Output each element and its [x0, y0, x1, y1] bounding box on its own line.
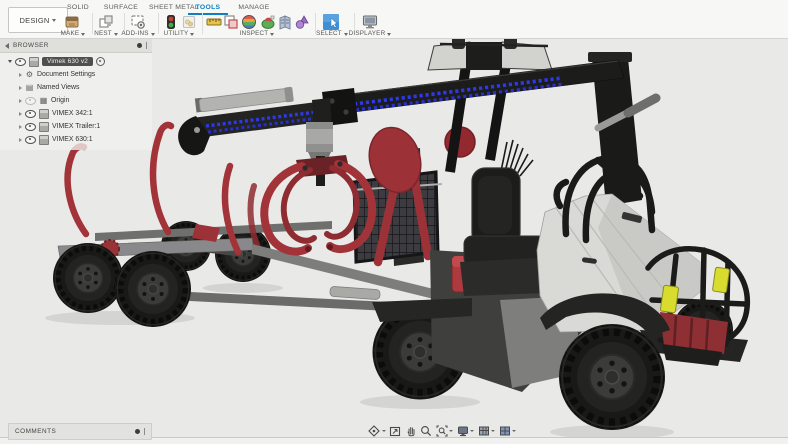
dropdown-caret-icon — [270, 33, 274, 36]
dropdown-caret-icon — [491, 430, 495, 432]
trailer-wheel-near-2[interactable] — [115, 251, 191, 327]
look-at-icon[interactable] — [389, 425, 401, 437]
group-utility[interactable]: UTILITY — [158, 30, 200, 38]
root-component-name[interactable]: Vimek 630 v2 — [42, 57, 93, 66]
visibility-eye-icon[interactable] — [25, 136, 36, 144]
add-ins-icon[interactable] — [130, 14, 146, 30]
utility-traffic-light-icon[interactable] — [163, 14, 179, 30]
orbit-icon[interactable] — [368, 425, 386, 437]
component-icon — [39, 122, 49, 132]
tree-item-vimex-trailer[interactable]: VIMEX Trailer:1 — [0, 120, 152, 133]
expand-caret-icon[interactable] — [19, 125, 22, 129]
expand-caret-icon[interactable] — [19, 99, 22, 103]
view-navigation-bar — [368, 423, 516, 439]
group-inspect[interactable]: INSPECT — [228, 30, 286, 38]
comments-grip-icon — [144, 428, 146, 435]
visibility-eye-icon[interactable] — [25, 110, 36, 118]
steering-cylinder[interactable] — [330, 286, 381, 299]
crane-base-section[interactable] — [352, 34, 552, 266]
comments-panel[interactable]: COMMENTS — [8, 423, 152, 440]
measure-icon[interactable] — [206, 14, 222, 30]
component-icon — [29, 57, 39, 67]
browser-header[interactable]: BROWSER — [0, 39, 152, 53]
tractor-front-wheel[interactable] — [559, 324, 665, 430]
crane-mast[interactable] — [428, 34, 552, 172]
panel-grip-icon[interactable] — [146, 42, 148, 49]
dropdown-caret-icon — [470, 430, 474, 432]
component-color-icon[interactable] — [278, 14, 294, 30]
comments-label: COMMENTS — [15, 428, 56, 435]
visibility-eye-icon[interactable] — [15, 58, 26, 66]
grid-and-snaps-icon[interactable] — [478, 425, 496, 437]
validate-icon[interactable] — [294, 14, 310, 30]
tree-item-vimex-630[interactable]: VIMEX 630:1 — [0, 133, 152, 146]
panel-dot-icon[interactable] — [137, 43, 142, 48]
section-analysis-icon[interactable] — [241, 14, 257, 30]
tree-item-origin[interactable]: ▦ Origin — [0, 94, 152, 107]
expand-caret-icon[interactable] — [19, 112, 22, 116]
trailer-wheel-near-1[interactable] — [53, 243, 123, 313]
dropdown-caret-icon — [382, 430, 386, 432]
expand-caret-icon[interactable] — [19, 138, 22, 142]
tab-manage[interactable]: MANAGE — [230, 2, 278, 13]
dropdown-caret-icon — [52, 19, 56, 22]
top-toolbar: DESIGN SOLID SURFACE SHEET METAL TOOLS M… — [0, 0, 788, 39]
interference-icon[interactable] — [223, 14, 239, 30]
curvature-analysis-icon[interactable] — [260, 14, 276, 30]
expand-caret-icon[interactable] — [8, 60, 12, 63]
component-icon — [39, 109, 49, 119]
tree-item-vimex-342[interactable]: VIMEX 342:1 — [0, 107, 152, 120]
pan-icon[interactable] — [405, 425, 417, 437]
zoom-icon[interactable] — [420, 425, 432, 437]
fit-icon[interactable] — [436, 425, 454, 437]
group-add-ins[interactable]: ADD-INS — [118, 30, 158, 38]
tab-surface[interactable]: SURFACE — [98, 2, 144, 13]
browser-title: BROWSER — [13, 42, 49, 49]
group-displayer[interactable]: DISPLAYER — [344, 30, 396, 38]
visibility-eye-icon[interactable] — [25, 123, 36, 131]
dropdown-caret-icon — [512, 430, 516, 432]
utility-secondary-icon[interactable] — [181, 14, 197, 30]
activate-component-icon[interactable] — [96, 57, 105, 66]
make-3d-print-icon[interactable] — [64, 14, 80, 30]
dropdown-caret-icon — [151, 33, 155, 36]
component-icon — [39, 135, 49, 145]
tree-item-document-settings[interactable]: ⚙ Document Settings — [0, 68, 152, 81]
headlight-right[interactable] — [712, 267, 729, 293]
display-settings-icon[interactable] — [457, 425, 475, 437]
tab-solid[interactable]: SOLID — [58, 2, 98, 13]
browser-panel: BROWSER Vimek 630 v2 ⚙ Document Settings… — [0, 39, 152, 150]
nest-icon[interactable] — [98, 14, 114, 30]
comments-dot-icon[interactable] — [135, 429, 140, 434]
select-icon[interactable] — [322, 13, 340, 31]
expand-caret-icon[interactable] — [19, 73, 22, 77]
workspace-label: DESIGN — [20, 16, 50, 25]
tree-root-row[interactable]: Vimek 630 v2 — [0, 55, 152, 68]
viewports-icon[interactable] — [499, 425, 517, 437]
named-views-icon: ▤ — [25, 84, 34, 92]
dropdown-caret-icon — [449, 430, 453, 432]
dropdown-caret-icon — [190, 33, 194, 36]
displayer-monitor-icon[interactable] — [362, 14, 378, 30]
gear-icon: ⚙ — [25, 71, 34, 79]
origin-icon: ▦ — [39, 97, 48, 105]
dropdown-caret-icon — [81, 33, 85, 36]
visibility-eye-icon[interactable] — [25, 97, 36, 105]
group-make[interactable]: MAKE — [54, 30, 92, 38]
dropdown-caret-icon — [387, 33, 391, 36]
collapse-panel-icon[interactable] — [5, 43, 9, 49]
expand-caret-icon[interactable] — [19, 86, 22, 90]
headlight-left[interactable] — [660, 285, 678, 313]
tree-item-named-views[interactable]: ▤ Named Views — [0, 81, 152, 94]
